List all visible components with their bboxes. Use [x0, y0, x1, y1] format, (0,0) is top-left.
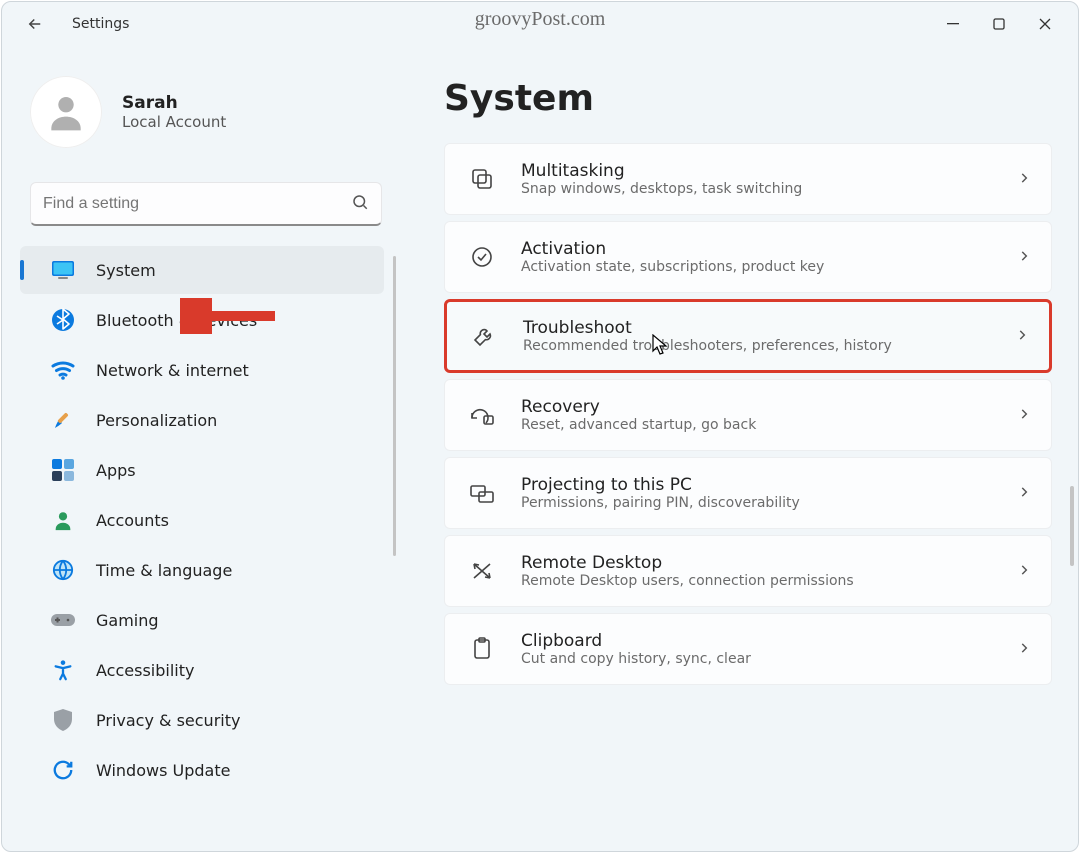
card-desc: Permissions, pairing PIN, discoverabilit…	[521, 495, 800, 511]
close-button[interactable]	[1022, 8, 1068, 40]
back-button[interactable]	[26, 15, 58, 33]
card-remote-desktop[interactable]: Remote DesktopRemote Desktop users, conn…	[444, 535, 1052, 607]
card-desc: Cut and copy history, sync, clear	[521, 651, 751, 667]
sidebar: Sarah Local Account System	[2, 46, 400, 851]
nav-label: Accounts	[96, 511, 169, 530]
nav-label: Gaming	[96, 611, 159, 630]
recovery-icon	[465, 404, 499, 426]
card-desc: Activation state, subscriptions, product…	[521, 259, 824, 275]
check-icon	[465, 245, 499, 269]
chevron-right-icon	[1017, 170, 1031, 189]
system-icon	[50, 257, 76, 283]
main-panel: System MultitaskingSnap windows, desktop…	[400, 46, 1078, 851]
nav-label: Accessibility	[96, 661, 194, 680]
sidebar-item-time[interactable]: Time & language	[20, 546, 384, 594]
profile-type: Local Account	[122, 113, 226, 131]
chevron-right-icon	[1017, 562, 1031, 581]
sidebar-item-accounts[interactable]: Accounts	[20, 496, 384, 544]
search-icon	[351, 193, 369, 215]
globe-icon	[50, 557, 76, 583]
card-clipboard[interactable]: ClipboardCut and copy history, sync, cle…	[444, 613, 1052, 685]
profile-name: Sarah	[122, 93, 226, 113]
sidebar-scrollbar[interactable]	[393, 256, 396, 556]
chevron-right-icon	[1015, 327, 1029, 346]
brush-icon	[50, 407, 76, 433]
sidebar-item-apps[interactable]: Apps	[20, 446, 384, 494]
update-icon	[50, 757, 76, 783]
profile-block[interactable]: Sarah Local Account	[2, 76, 394, 172]
page-title: System	[444, 78, 1052, 119]
project-icon	[465, 482, 499, 504]
card-troubleshoot[interactable]: TroubleshootRecommended troubleshooters,…	[444, 299, 1052, 373]
card-projecting[interactable]: Projecting to this PCPermissions, pairin…	[444, 457, 1052, 529]
card-title: Recovery	[521, 397, 756, 417]
settings-window: Settings groovyPost.com Sarah Local Acco…	[1, 1, 1079, 852]
nav-label: Privacy & security	[96, 711, 240, 730]
card-desc: Remote Desktop users, connection permiss…	[521, 573, 854, 589]
minimize-button[interactable]	[930, 8, 976, 40]
card-desc: Recommended troubleshooters, preferences…	[523, 338, 892, 354]
main-scrollbar[interactable]	[1070, 486, 1074, 566]
card-title: Clipboard	[521, 631, 751, 651]
sidebar-item-accessibility[interactable]: Accessibility	[20, 646, 384, 694]
sidebar-item-network[interactable]: Network & internet	[20, 346, 384, 394]
card-title: Projecting to this PC	[521, 475, 800, 495]
card-title: Multitasking	[521, 161, 802, 181]
card-activation[interactable]: ActivationActivation state, subscription…	[444, 221, 1052, 293]
nav-label: Personalization	[96, 411, 217, 430]
accessibility-icon	[50, 657, 76, 683]
chevron-right-icon	[1017, 484, 1031, 503]
annotation-arrow	[180, 298, 280, 338]
card-title: Activation	[521, 239, 824, 259]
chevron-right-icon	[1017, 248, 1031, 267]
gamepad-icon	[50, 607, 76, 633]
titlebar: Settings groovyPost.com	[2, 2, 1078, 46]
sidebar-item-personalization[interactable]: Personalization	[20, 396, 384, 444]
chevron-right-icon	[1017, 640, 1031, 659]
sidebar-item-system[interactable]: System	[20, 246, 384, 294]
nav-label: Windows Update	[96, 761, 230, 780]
shield-icon	[50, 707, 76, 733]
card-desc: Snap windows, desktops, task switching	[521, 181, 802, 197]
nav-label: Network & internet	[96, 361, 249, 380]
mouse-cursor-icon	[652, 334, 670, 360]
person-icon	[50, 507, 76, 533]
app-title: Settings	[72, 16, 129, 32]
card-multitasking[interactable]: MultitaskingSnap windows, desktops, task…	[444, 143, 1052, 215]
sidebar-item-gaming[interactable]: Gaming	[20, 596, 384, 644]
nav-label: Time & language	[96, 561, 232, 580]
search-input[interactable]	[43, 195, 351, 213]
search-box[interactable]	[30, 182, 382, 226]
chevron-right-icon	[1017, 406, 1031, 425]
nav-label: System	[96, 261, 156, 280]
card-recovery[interactable]: RecoveryReset, advanced startup, go back	[444, 379, 1052, 451]
maximize-button[interactable]	[976, 8, 1022, 40]
nav-label: Apps	[96, 461, 136, 480]
multitask-icon	[465, 167, 499, 191]
sidebar-item-privacy[interactable]: Privacy & security	[20, 696, 384, 744]
clipboard-icon	[465, 637, 499, 661]
card-desc: Reset, advanced startup, go back	[521, 417, 756, 433]
sidebar-item-update[interactable]: Windows Update	[20, 746, 384, 794]
remote-icon	[465, 560, 499, 582]
avatar-icon	[30, 76, 102, 148]
nav-list: System Bluetooth & devices Network & int…	[2, 246, 394, 794]
card-title: Troubleshoot	[523, 318, 892, 338]
wrench-icon	[467, 324, 501, 348]
wifi-icon	[50, 357, 76, 383]
card-title: Remote Desktop	[521, 553, 854, 573]
apps-icon	[50, 457, 76, 483]
settings-list: MultitaskingSnap windows, desktops, task…	[444, 143, 1052, 685]
bluetooth-icon	[50, 307, 76, 333]
watermark-text: groovyPost.com	[475, 8, 606, 31]
